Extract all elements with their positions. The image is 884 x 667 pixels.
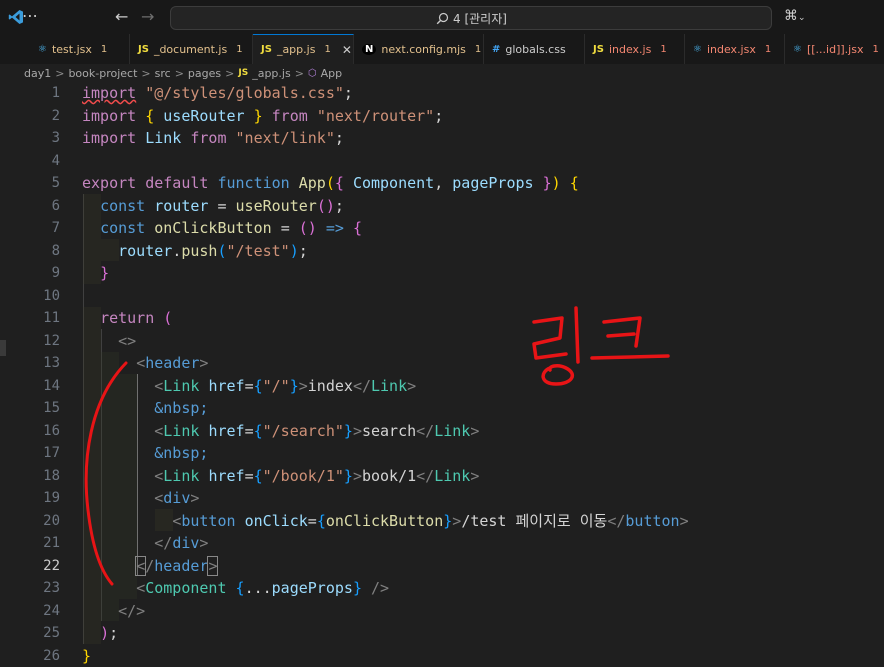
search-icon xyxy=(436,12,449,25)
search-text: 4 [관리자] xyxy=(453,10,507,27)
code-line: 1import "@/styles/globals.css"; xyxy=(0,82,884,105)
ellipsis-icon[interactable]: ⋯ xyxy=(22,6,39,25)
code-line: 6 const router = useRouter(); xyxy=(0,195,884,218)
tab-index-jsx[interactable]: ⚛ index.jsx 1 xyxy=(685,34,785,64)
tab-label: globals.css xyxy=(505,43,565,56)
editor-tabs: ⚛ test.jsx 1 JS _document.js 1 JS _app.j… xyxy=(0,34,884,65)
tab-globals-css[interactable]: # globals.css xyxy=(484,34,585,64)
code-line: 12 <> xyxy=(0,330,884,353)
js-icon: JS xyxy=(261,44,272,55)
code-editor[interactable]: 1import "@/styles/globals.css"; 2import … xyxy=(0,82,884,652)
copilot-icon[interactable]: ⌘⌄ xyxy=(784,8,806,24)
tab-problem-count: 1 xyxy=(324,44,330,55)
code-line: 19 <div> xyxy=(0,487,884,510)
code-line: 17 &nbsp; xyxy=(0,442,884,465)
code-line: 25 ); xyxy=(0,622,884,645)
tab-problem-count: 1 xyxy=(236,44,242,55)
nextjs-icon: N xyxy=(362,44,376,55)
breadcrumb-item[interactable]: pages xyxy=(188,67,221,80)
tab-label: [[...id]].jsx xyxy=(807,43,864,56)
code-line: 5export default function App({ Component… xyxy=(0,172,884,195)
code-line: 2import { useRouter } from "next/router"… xyxy=(0,105,884,128)
close-icon[interactable]: ✕ xyxy=(342,43,352,57)
css-icon: # xyxy=(492,44,500,55)
tab-problem-count: 1 xyxy=(872,44,878,55)
breadcrumb-item[interactable]: _app.js xyxy=(252,67,291,80)
tab-label: next.config.mjs xyxy=(381,43,466,56)
code-line: 18 <Link href={"/book/1"}>book/1</Link> xyxy=(0,465,884,488)
code-line-current: 22 </header> xyxy=(0,555,884,578)
tab-label: test.jsx xyxy=(52,43,92,56)
code-line: 8 router.push("/test"); xyxy=(0,240,884,263)
breadcrumb: day1 > book-project > src > pages > JS _… xyxy=(0,64,884,82)
js-icon: JS xyxy=(138,44,149,55)
tab-test-jsx[interactable]: ⚛ test.jsx 1 xyxy=(30,34,130,64)
code-line: 11 return ( xyxy=(0,307,884,330)
react-icon: ⚛ xyxy=(793,44,802,55)
breadcrumb-item[interactable]: day1 xyxy=(24,67,51,80)
code-line: 10 xyxy=(0,285,884,308)
command-center-search[interactable]: 4 [관리자] xyxy=(170,6,772,30)
code-line: 7 const onClickButton = () => { xyxy=(0,217,884,240)
tab-label: index.js xyxy=(609,43,651,56)
tab-problem-count: 1 xyxy=(660,44,666,55)
forward-arrow-icon[interactable]: → xyxy=(141,7,154,26)
code-line: 23 <Component {...pageProps} /> xyxy=(0,577,884,600)
tab-label: _document.js xyxy=(154,43,227,56)
tab-index-js[interactable]: JS index.js 1 xyxy=(585,34,685,64)
tab-dynamic-id-jsx[interactable]: ⚛ [[...id]].jsx 1 xyxy=(785,34,884,64)
tab-document-js[interactable]: JS _document.js 1 xyxy=(130,34,253,64)
breadcrumb-item[interactable]: book-project xyxy=(68,67,137,80)
tab-problem-count: 1 xyxy=(475,44,481,55)
js-icon: JS xyxy=(593,44,604,55)
tab-problem-count: 1 xyxy=(101,44,107,55)
function-symbol-icon: ⬡ xyxy=(308,68,317,79)
js-icon: JS xyxy=(238,68,248,78)
back-arrow-icon[interactable]: ← xyxy=(115,7,128,26)
code-line: 24 </> xyxy=(0,600,884,623)
code-line: 21 </div> xyxy=(0,532,884,555)
tab-label: _app.js xyxy=(277,43,316,56)
code-line: 26} xyxy=(0,645,884,667)
code-line: 9 } xyxy=(0,262,884,285)
title-bar: ⋯ ← → 4 [관리자] ⌘⌄ xyxy=(0,0,884,34)
code-line: 16 <Link href={"/search"}>search</Link> xyxy=(0,420,884,443)
react-icon: ⚛ xyxy=(38,44,47,55)
code-line: 14 <Link href={"/"}>index</Link> xyxy=(0,375,884,398)
breadcrumb-item[interactable]: src xyxy=(155,67,171,80)
code-line: 13 <header> xyxy=(0,352,884,375)
tab-label: index.jsx xyxy=(707,43,756,56)
code-line: 4 xyxy=(0,150,884,173)
tab-next-config[interactable]: N next.config.mjs 1 xyxy=(354,34,484,64)
breadcrumb-item[interactable]: App xyxy=(321,67,343,80)
tab-app-js[interactable]: JS _app.js 1 ✕ xyxy=(253,34,354,64)
code-line: 15 &nbsp; xyxy=(0,397,884,420)
tab-problem-count: 1 xyxy=(765,44,771,55)
code-line: 3import Link from "next/link"; xyxy=(0,127,884,150)
react-icon: ⚛ xyxy=(693,44,702,55)
code-line: 20 <button onClick={onClickButton}>/test… xyxy=(0,510,884,533)
